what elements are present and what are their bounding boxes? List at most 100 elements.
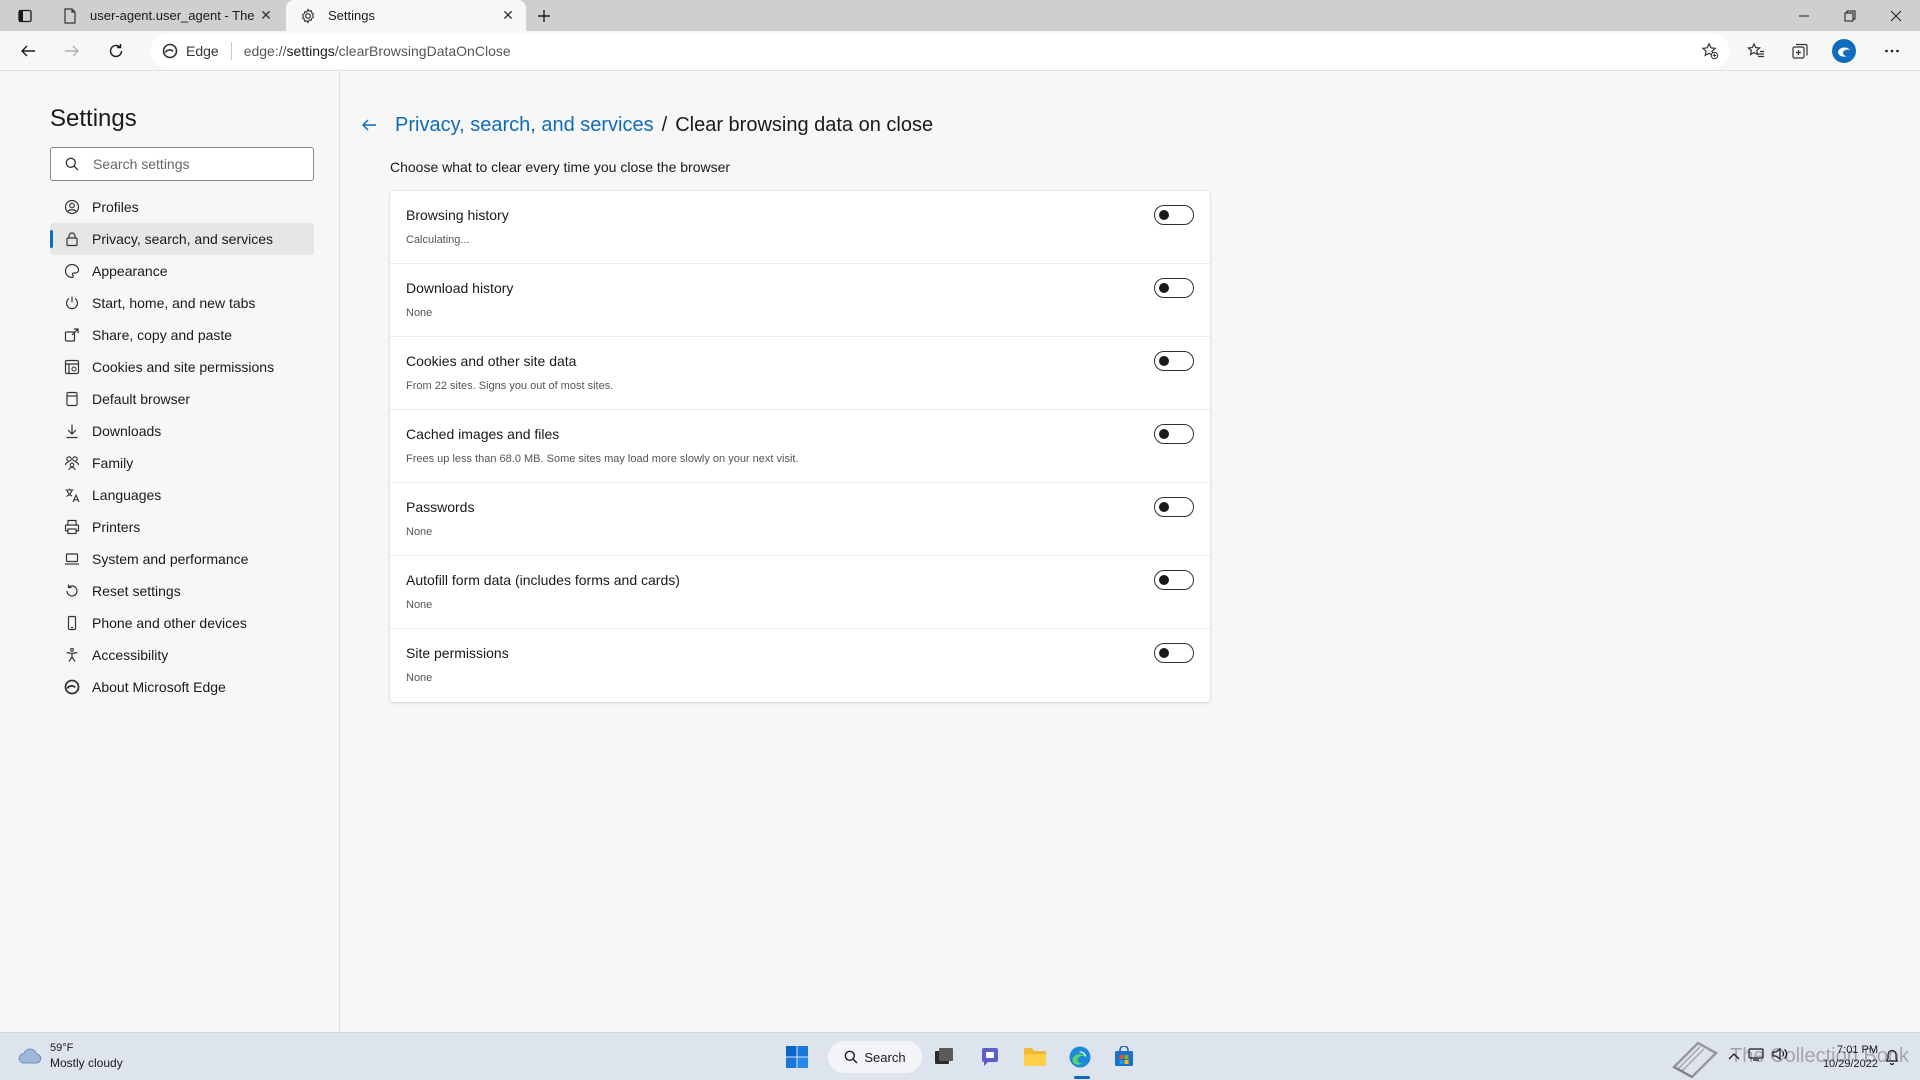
sidebar-item-about[interactable]: About Microsoft Edge [50,671,314,703]
settings-sidebar: Settings Profiles Privacy, search, and s… [0,71,340,1032]
favorites-button[interactable] [1740,35,1772,67]
chevron-up-icon[interactable] [1728,1048,1740,1066]
system-tray [1728,1047,1788,1066]
restore-button[interactable] [1827,0,1873,31]
restore-icon [1844,10,1856,21]
back-button[interactable] [357,113,381,137]
appearance-icon [64,263,80,279]
sidebar-item-label: Privacy, search, and services [92,231,274,247]
setting-description: From 22 sites. Signs you out of most sit… [406,380,614,392]
address-bar[interactable]: Edge edge://settings/clearBrowsingDataOn… [150,34,1730,68]
sidebar-item-downloads[interactable]: Downloads [50,415,314,447]
more-options-button[interactable] [1876,35,1908,67]
back-button[interactable] [12,35,44,67]
sidebar-item-printers[interactable]: Printers [50,511,314,543]
cached-images-toggle[interactable] [1154,424,1194,444]
search-input[interactable] [93,156,293,172]
network-icon[interactable] [1748,1047,1764,1066]
weather-temperature: 59°F [50,1042,74,1054]
clock-time: 7:01 PM [1837,1044,1878,1056]
sidebar-item-system[interactable]: System and performance [50,543,314,575]
url-scheme: edge:// [243,43,287,59]
settings-nav: Profiles Privacy, search, and services A… [50,191,314,703]
cloud-icon [18,1048,42,1064]
search-box[interactable] [50,147,314,181]
sidebar-item-cookies[interactable]: Cookies and site permissions [50,351,314,383]
task-view-button[interactable] [926,1039,962,1075]
clock-date: 10/29/2022 [1822,1058,1878,1070]
taskbar-search-button[interactable]: Search [828,1041,922,1073]
sidebar-item-phone[interactable]: Phone and other devices [50,607,314,639]
cookies-toggle[interactable] [1154,351,1194,371]
laptop-icon [64,551,80,567]
page-title: Settings [50,105,137,132]
forward-button[interactable] [56,35,88,67]
new-tab-button[interactable] [530,3,558,29]
chat-icon [982,1048,998,1066]
windows-taskbar: 59°F Mostly cloudy Search The Collection… [0,1032,1920,1080]
star-plus-icon [1701,42,1719,60]
sidebar-item-label: Appearance [92,263,168,279]
sidebar-item-family[interactable]: Family [50,447,314,479]
add-favorite-button[interactable] [1698,39,1722,63]
sidebar-item-languages[interactable]: Languages [50,479,314,511]
minimize-button[interactable] [1781,0,1827,31]
browser-icon [64,391,80,407]
edge-taskbar-button[interactable] [1062,1039,1098,1075]
tab-actions-icon [18,9,32,23]
edge-logo-icon [162,43,178,59]
language-icon [64,487,80,503]
file-explorer-button[interactable] [1017,1039,1053,1075]
tab-actions-button[interactable] [8,3,42,29]
sidebar-item-privacy[interactable]: Privacy, search, and services [50,223,314,255]
omnibox-divider [230,42,232,60]
sidebar-item-reset[interactable]: Reset settings [50,575,314,607]
breadcrumb-parent-link[interactable]: Privacy, search, and services [395,114,654,137]
sidebar-item-share-copy[interactable]: Share, copy and paste [50,319,314,351]
microsoft-store-button[interactable] [1106,1039,1142,1075]
browsing-history-toggle[interactable] [1154,205,1194,225]
sidebar-item-accessibility[interactable]: Accessibility [50,639,314,671]
passwords-toggle[interactable] [1154,497,1194,517]
sidebar-item-profiles[interactable]: Profiles [50,191,314,223]
tab-settings[interactable]: Settings ✕ [286,0,526,31]
setting-description: None [406,672,433,684]
sidebar-item-appearance[interactable]: Appearance [50,255,314,287]
volume-icon[interactable] [1772,1047,1788,1066]
url-text[interactable]: edge://settings/clearBrowsingDataOnClose [244,43,511,59]
avatar [1832,39,1856,63]
taskbar-clock[interactable]: 7:01 PM 10/29/2022 [1810,1043,1878,1071]
sidebar-item-label: About Microsoft Edge [92,679,226,695]
weather-widget[interactable]: 59°F Mostly cloudy [16,1041,123,1071]
arrow-left-icon [361,119,376,131]
arrow-left-icon [21,45,35,57]
site-info-button[interactable]: Edge [162,43,219,59]
close-icon[interactable]: ✕ [500,7,516,24]
refresh-button[interactable] [100,35,132,67]
favorites-icon [1747,42,1764,58]
breadcrumb: Privacy, search, and services / Clear br… [357,113,933,137]
book-logo-icon [1671,1041,1719,1079]
close-window-button[interactable] [1873,0,1919,31]
toggle-knob [1159,210,1169,220]
toggle-knob [1159,648,1169,658]
autofill-toggle[interactable] [1154,570,1194,590]
profile-button[interactable] [1828,35,1860,67]
notification-icon[interactable] [1884,1049,1900,1070]
active-app-indicator [1074,1076,1090,1079]
toggle-knob [1159,356,1169,366]
taskbar-search-label: Search [864,1049,906,1065]
sidebar-item-start-home[interactable]: Start, home, and new tabs [50,287,314,319]
close-icon[interactable]: ✕ [258,7,274,24]
setting-title: Site permissions [406,645,509,661]
site-permissions-toggle[interactable] [1154,643,1194,663]
collections-button[interactable] [1784,35,1816,67]
sidebar-item-default-browser[interactable]: Default browser [50,383,314,415]
teams-chat-button[interactable] [972,1039,1008,1075]
url-path: /clearBrowsingDataOnClose [334,43,511,59]
start-button[interactable] [779,1039,815,1075]
setting-row-passwords: Passwords None [390,483,1210,556]
tab-user-agent[interactable]: user-agent.user_agent - The Coll ✕ [48,0,284,31]
toggle-knob [1159,502,1169,512]
download-history-toggle[interactable] [1154,278,1194,298]
